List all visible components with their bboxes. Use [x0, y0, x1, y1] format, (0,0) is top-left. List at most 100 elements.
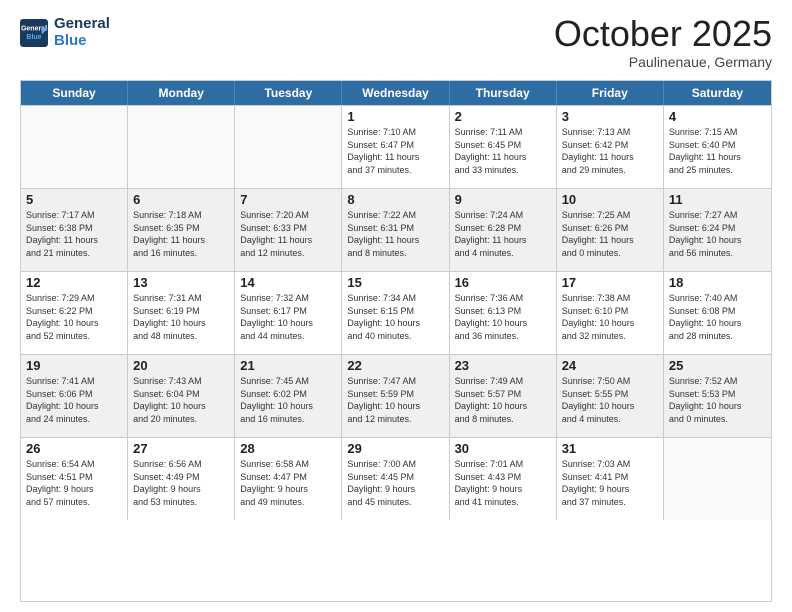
cell-info-line: and 52 minutes.	[26, 330, 122, 343]
day-number: 8	[347, 192, 443, 207]
cell-info-line: Daylight: 9 hours	[347, 483, 443, 496]
day-number: 16	[455, 275, 551, 290]
cell-info-line: and 0 minutes.	[669, 413, 766, 426]
cell-info-line: and 37 minutes.	[562, 496, 658, 509]
cal-cell-row3-col0: 19Sunrise: 7:41 AMSunset: 6:06 PMDayligh…	[21, 355, 128, 437]
cell-info-line: and 29 minutes.	[562, 164, 658, 177]
cell-info-line: Sunset: 5:57 PM	[455, 388, 551, 401]
cell-info-line: Sunset: 6:06 PM	[26, 388, 122, 401]
day-number: 18	[669, 275, 766, 290]
header: General Blue General Blue October 2025 P…	[20, 16, 772, 70]
cal-cell-row0-col3: 1Sunrise: 7:10 AMSunset: 6:47 PMDaylight…	[342, 106, 449, 188]
cell-info-line: Daylight: 10 hours	[562, 400, 658, 413]
cal-row-0: 1Sunrise: 7:10 AMSunset: 6:47 PMDaylight…	[21, 105, 771, 188]
cell-info-line: Daylight: 11 hours	[240, 234, 336, 247]
cal-cell-row4-col6	[664, 438, 771, 520]
cell-info-line: Daylight: 10 hours	[455, 317, 551, 330]
calendar-header: SundayMondayTuesdayWednesdayThursdayFrid…	[21, 81, 771, 105]
cell-info-line: and 36 minutes.	[455, 330, 551, 343]
day-number: 13	[133, 275, 229, 290]
day-number: 28	[240, 441, 336, 456]
cell-info-line: and 33 minutes.	[455, 164, 551, 177]
cell-info-line: Sunrise: 7:11 AM	[455, 126, 551, 139]
cal-cell-row3-col3: 22Sunrise: 7:47 AMSunset: 5:59 PMDayligh…	[342, 355, 449, 437]
cal-cell-row2-col3: 15Sunrise: 7:34 AMSunset: 6:15 PMDayligh…	[342, 272, 449, 354]
cell-info-line: Sunrise: 7:15 AM	[669, 126, 766, 139]
cal-cell-row1-col5: 10Sunrise: 7:25 AMSunset: 6:26 PMDayligh…	[557, 189, 664, 271]
day-header-friday: Friday	[557, 81, 664, 105]
cal-cell-row4-col4: 30Sunrise: 7:01 AMSunset: 4:43 PMDayligh…	[450, 438, 557, 520]
cell-info-line: Sunset: 6:15 PM	[347, 305, 443, 318]
cell-info-line: Sunset: 6:19 PM	[133, 305, 229, 318]
cal-row-2: 12Sunrise: 7:29 AMSunset: 6:22 PMDayligh…	[21, 271, 771, 354]
cell-info-line: Daylight: 11 hours	[562, 151, 658, 164]
cell-info-line: Daylight: 10 hours	[26, 400, 122, 413]
cell-info-line: and 45 minutes.	[347, 496, 443, 509]
cal-cell-row1-col1: 6Sunrise: 7:18 AMSunset: 6:35 PMDaylight…	[128, 189, 235, 271]
day-number: 15	[347, 275, 443, 290]
cell-info-line: Sunrise: 7:36 AM	[455, 292, 551, 305]
cell-info-line: Daylight: 9 hours	[240, 483, 336, 496]
cal-cell-row2-col2: 14Sunrise: 7:32 AMSunset: 6:17 PMDayligh…	[235, 272, 342, 354]
cell-info-line: Sunset: 6:45 PM	[455, 139, 551, 152]
cell-info-line: Sunrise: 7:41 AM	[26, 375, 122, 388]
day-header-sunday: Sunday	[21, 81, 128, 105]
cell-info-line: and 44 minutes.	[240, 330, 336, 343]
cell-info-line: and 12 minutes.	[240, 247, 336, 260]
cell-info-line: Daylight: 10 hours	[133, 317, 229, 330]
cell-info-line: Sunrise: 7:49 AM	[455, 375, 551, 388]
cell-info-line: Sunset: 6:33 PM	[240, 222, 336, 235]
cell-info-line: and 28 minutes.	[669, 330, 766, 343]
cell-info-line: Daylight: 9 hours	[562, 483, 658, 496]
logo-icon: General Blue	[20, 19, 48, 47]
cell-info-line: Sunrise: 7:18 AM	[133, 209, 229, 222]
day-header-thursday: Thursday	[450, 81, 557, 105]
day-number: 10	[562, 192, 658, 207]
day-number: 11	[669, 192, 766, 207]
day-number: 20	[133, 358, 229, 373]
day-number: 14	[240, 275, 336, 290]
cell-info-line: Sunrise: 7:17 AM	[26, 209, 122, 222]
day-number: 27	[133, 441, 229, 456]
cal-cell-row3-col4: 23Sunrise: 7:49 AMSunset: 5:57 PMDayligh…	[450, 355, 557, 437]
cell-info-line: Sunrise: 6:54 AM	[26, 458, 122, 471]
page: General Blue General Blue October 2025 P…	[0, 0, 792, 612]
cell-info-line: Sunrise: 7:20 AM	[240, 209, 336, 222]
cal-cell-row0-col6: 4Sunrise: 7:15 AMSunset: 6:40 PMDaylight…	[664, 106, 771, 188]
cell-info-line: and 21 minutes.	[26, 247, 122, 260]
day-number: 3	[562, 109, 658, 124]
cell-info-line: Sunset: 4:51 PM	[26, 471, 122, 484]
day-number: 30	[455, 441, 551, 456]
cell-info-line: and 53 minutes.	[133, 496, 229, 509]
cell-info-line: Daylight: 11 hours	[347, 151, 443, 164]
cal-cell-row2-col1: 13 Sunrise: 7:31 AMSunset: 6:19 PMDayligh…	[128, 272, 235, 354]
day-number: 4	[669, 109, 766, 124]
cell-info-line: Sunset: 4:49 PM	[133, 471, 229, 484]
cal-cell-row0-col1	[128, 106, 235, 188]
day-number: 29	[347, 441, 443, 456]
cell-info-line: Sunset: 6:04 PM	[133, 388, 229, 401]
cell-info-line: Sunrise: 7:22 AM	[347, 209, 443, 222]
cal-cell-row0-col2	[235, 106, 342, 188]
cell-info-line: and 12 minutes.	[347, 413, 443, 426]
cell-info-line: and 8 minutes.	[347, 247, 443, 260]
cell-info-line: Sunset: 6:40 PM	[669, 139, 766, 152]
logo: General Blue General Blue	[20, 16, 110, 49]
cell-info-line: Sunrise: 7:43 AM	[133, 375, 229, 388]
cell-info-line: and 48 minutes.	[133, 330, 229, 343]
day-header-tuesday: Tuesday	[235, 81, 342, 105]
cell-info-line: and 57 minutes.	[26, 496, 122, 509]
cell-info-line: Sunrise: 7:50 AM	[562, 375, 658, 388]
cell-info-line: Sunrise: 7:24 AM	[455, 209, 551, 222]
cell-info-line: Sunrise: 7:45 AM	[240, 375, 336, 388]
day-number: 7	[240, 192, 336, 207]
day-number: 1	[347, 109, 443, 124]
cell-info-line: Daylight: 11 hours	[133, 234, 229, 247]
cell-info-line: Sunset: 6:35 PM	[133, 222, 229, 235]
cell-info-line: Daylight: 9 hours	[455, 483, 551, 496]
cal-cell-row3-col1: 20Sunrise: 7:43 AMSunset: 6:04 PMDayligh…	[128, 355, 235, 437]
month-title: October 2025	[554, 16, 772, 52]
cal-cell-row3-col5: 24Sunrise: 7:50 AMSunset: 5:55 PMDayligh…	[557, 355, 664, 437]
cell-info-line: Sunrise: 7:31 AM	[133, 292, 229, 305]
cell-info-line: and 37 minutes.	[347, 164, 443, 177]
